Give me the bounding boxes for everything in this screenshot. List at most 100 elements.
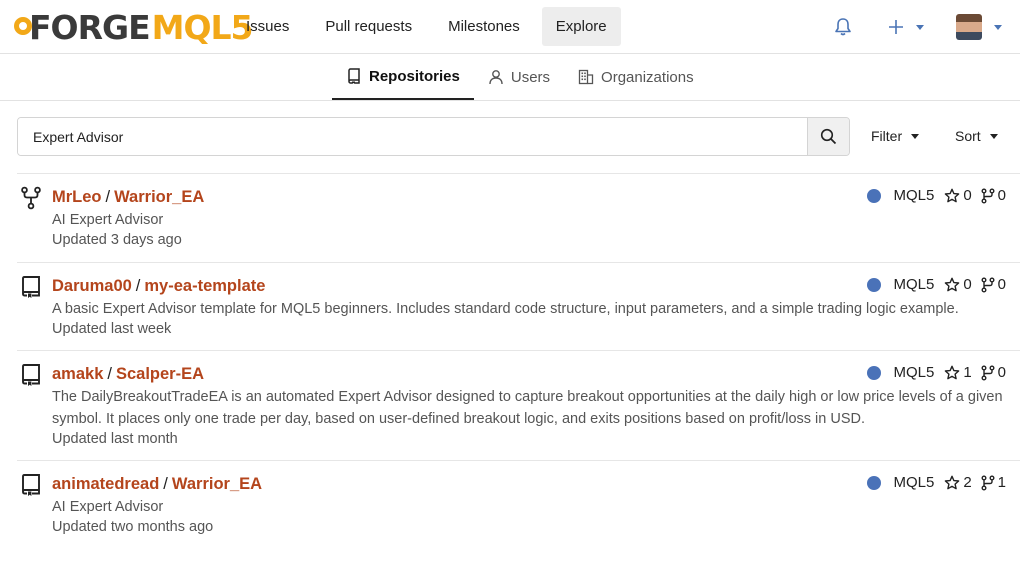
notifications-bell-icon[interactable] — [828, 12, 858, 42]
forks-count: 1 — [997, 474, 1006, 491]
nav-right-controls — [828, 12, 1002, 42]
repo-name-link[interactable]: Warrior_EA — [172, 475, 262, 493]
user-icon — [489, 70, 503, 85]
list-item: animatedread / Warrior_EA AI Expert Adviso… — [17, 460, 1020, 550]
chevron-down-icon — [911, 133, 920, 139]
nav-explore[interactable]: Explore — [541, 7, 621, 46]
repo-owner-link[interactable]: Daruma00 — [52, 277, 132, 295]
filter-label: Filter — [871, 128, 903, 144]
repo-full-name: amakk / Scalper-EA — [52, 365, 205, 383]
star-icon — [945, 188, 960, 202]
nav-pull-requests[interactable]: Pull requests — [311, 7, 426, 46]
star-icon — [945, 475, 960, 489]
language-color-dot — [867, 277, 882, 292]
list-item: amakk / Scalper-EA The DailyBreakoutTradeE… — [17, 350, 1020, 460]
search-input[interactable] — [18, 118, 807, 155]
explore-tabs: Repositories Users Organizations — [0, 54, 1020, 101]
list-item: MrLeo / Warrior_EA AI Expert Advisor Updat… — [17, 173, 1020, 262]
tab-users-label: Users — [510, 68, 551, 86]
sort-label: Sort — [955, 128, 981, 144]
repo-updated: Updated two months ago — [52, 519, 214, 535]
repo-description: AI Expert Advisor — [52, 212, 164, 228]
repo-full-name: Daruma00/my-ea-template — [52, 277, 266, 295]
repo-updated: Updated last month — [52, 431, 178, 447]
repo-name-link[interactable]: Scalper-EA — [116, 365, 204, 383]
repo-full-name: animatedread / Warrior_EA — [52, 475, 263, 493]
repo-description: A basic Expert Advisor template for MQL5… — [52, 301, 959, 317]
star-icon — [945, 277, 960, 291]
avatar — [956, 14, 982, 40]
nav-issues[interactable]: Issues — [232, 7, 303, 46]
gear-logo-icon — [14, 17, 32, 35]
repo-meta: MQL5 0 0 — [867, 187, 1013, 204]
forge-mql5-logo[interactable]: FORGE MQL5 — [14, 7, 254, 47]
repo-full-name: MrLeo / Warrior_EA — [52, 188, 205, 206]
repo-meta: MQL5 0 0 — [867, 276, 1013, 293]
language-color-dot — [867, 365, 882, 380]
repo-icon — [22, 276, 40, 298]
tab-users[interactable]: Users — [474, 54, 564, 100]
repo-stars[interactable]: 0 — [944, 276, 978, 293]
tab-organizations-label: Organizations — [601, 68, 694, 86]
chevron-down-icon — [994, 24, 1002, 30]
repo-forks[interactable]: 1 — [981, 474, 1013, 491]
repo-owner-link[interactable]: amakk — [52, 365, 103, 383]
fork-icon — [981, 475, 995, 490]
tab-repositories-label: Repositories — [369, 67, 460, 85]
user-menu[interactable] — [956, 14, 1002, 40]
forks-count: 0 — [997, 276, 1006, 293]
sort-dropdown[interactable]: Sort — [955, 128, 998, 144]
language-color-dot — [867, 188, 882, 203]
organization-icon — [578, 69, 594, 85]
repo-language: MQL5 — [893, 474, 935, 491]
repo-meta: MQL5 1 0 — [867, 364, 1013, 381]
fork-icon — [981, 277, 995, 292]
stars-count: 1 — [963, 364, 972, 381]
filter-dropdown[interactable]: Filter — [871, 128, 920, 144]
main-nav: Issues Pull requests Milestones Explore — [232, 7, 629, 46]
search-button[interactable] — [807, 118, 849, 155]
tab-organizations[interactable]: Organizations — [564, 54, 708, 100]
repo-description: The DailyBreakoutTradeEA is an automated… — [52, 389, 1003, 427]
top-navbar: FORGE MQL5 Issues Pull requests Milestone… — [0, 0, 1020, 54]
repo-forks[interactable]: 0 — [981, 187, 1013, 204]
repo-forks[interactable]: 0 — [981, 276, 1013, 293]
stars-count: 2 — [963, 474, 972, 491]
language-color-dot — [867, 475, 882, 490]
nav-milestones[interactable]: Milestones — [434, 7, 534, 46]
repo-forks[interactable]: 0 — [981, 364, 1013, 381]
chevron-down-icon — [989, 133, 998, 139]
repo-owner-link[interactable]: MrLeo — [52, 188, 102, 206]
chevron-down-icon — [916, 24, 924, 30]
repo-icon — [22, 474, 40, 496]
repo-stars[interactable]: 2 — [944, 474, 978, 491]
star-icon — [945, 365, 960, 379]
repo-language: MQL5 — [893, 187, 935, 204]
tab-repositories[interactable]: Repositories — [332, 54, 474, 100]
repo-stars[interactable]: 1 — [944, 364, 978, 381]
repo-name-link[interactable]: Warrior_EA — [114, 188, 204, 206]
repo-language: MQL5 — [893, 364, 935, 381]
repo-updated: Updated 3 days ago — [52, 232, 182, 248]
stars-count: 0 — [963, 276, 972, 293]
stars-count: 0 — [963, 187, 972, 204]
repo-icon — [22, 364, 40, 386]
logo-forge-text: FORGE — [29, 7, 151, 47]
repo-language: MQL5 — [893, 276, 935, 293]
plus-icon — [889, 20, 903, 34]
repo-owner-link[interactable]: animatedread — [52, 475, 159, 493]
forks-count: 0 — [997, 364, 1006, 381]
fork-icon — [21, 186, 41, 210]
repo-description: AI Expert Advisor — [52, 499, 164, 515]
repo-updated: Updated last week — [52, 321, 172, 337]
create-new-dropdown[interactable] — [888, 19, 924, 35]
repo-name-link[interactable]: my-ea-template — [144, 277, 265, 295]
repo-stars[interactable]: 0 — [944, 187, 978, 204]
list-item: Daruma00/my-ea-template A basic Expert A… — [17, 262, 1020, 350]
repo-list: MrLeo / Warrior_EA AI Expert Advisor Updat… — [17, 173, 1020, 550]
repo-search-bar — [17, 117, 850, 156]
fork-icon — [981, 365, 995, 380]
search-icon — [820, 128, 837, 145]
repo-icon — [348, 68, 360, 84]
fork-icon — [981, 188, 995, 203]
